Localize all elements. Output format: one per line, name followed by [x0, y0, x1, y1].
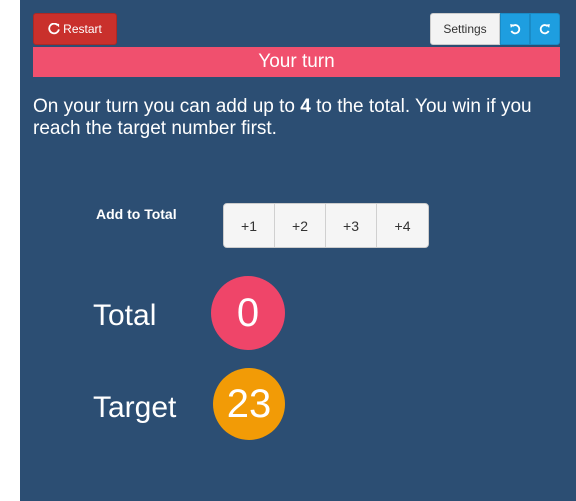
restart-button[interactable]: Restart — [33, 13, 117, 45]
undo-icon — [510, 24, 521, 35]
total-value: 0 — [236, 290, 260, 335]
total-label: Total — [93, 299, 157, 332]
total-value-circle: 0 — [211, 276, 285, 350]
max-add-value: 4 — [300, 96, 311, 117]
add-button-group: +1 +2 +3 +4 — [223, 203, 429, 248]
instructions-text: On your turn you can add up to 4 to the … — [33, 96, 573, 140]
redo-button[interactable] — [530, 13, 560, 45]
undo-button[interactable] — [500, 13, 530, 45]
add-4-button[interactable]: +4 — [377, 204, 428, 247]
settings-label: Settings — [443, 22, 487, 36]
game-panel: Restart Settings Your turn On your turn … — [20, 0, 576, 501]
add-3-button[interactable]: +3 — [326, 204, 377, 247]
refresh-icon — [48, 23, 60, 35]
target-label: Target — [93, 391, 177, 424]
add-2-button[interactable]: +2 — [275, 204, 326, 247]
turn-status-text: Your turn — [258, 51, 335, 72]
target-value-circle: 23 — [213, 368, 285, 440]
add-to-total-label: Add to Total — [96, 206, 177, 222]
redo-icon — [539, 24, 550, 35]
restart-label: Restart — [63, 22, 102, 36]
target-value: 23 — [226, 381, 272, 426]
turn-status-bar: Your turn — [33, 47, 560, 77]
instructions-part-1: On your turn you can add up to — [33, 96, 301, 117]
add-1-button[interactable]: +1 — [224, 204, 275, 247]
settings-button[interactable]: Settings — [430, 13, 500, 45]
